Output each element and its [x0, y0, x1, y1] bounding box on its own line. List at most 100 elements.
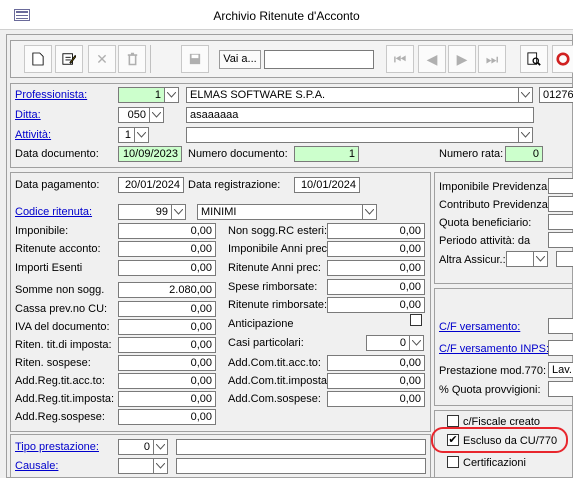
- print-preview-button[interactable]: [520, 45, 548, 73]
- professionista-dropdown[interactable]: [164, 87, 179, 103]
- numero-rata-input[interactable]: 0: [505, 146, 543, 162]
- riten-sospese-input[interactable]: 0,00: [118, 355, 216, 371]
- altra-assicur-dropdown[interactable]: [533, 251, 548, 267]
- trash-button[interactable]: [118, 45, 146, 73]
- tipo-prestazione-label[interactable]: Tipo prestazione:: [15, 440, 99, 454]
- add-com-sospese-input[interactable]: 0,00: [327, 391, 425, 407]
- tipo-prestazione-dropdown[interactable]: [153, 439, 168, 455]
- last-icon: ⏭: [485, 50, 499, 67]
- data-registrazione-label: Data registrazione:: [188, 179, 281, 191]
- prestazione-770-input[interactable]: Lav.: [548, 362, 573, 378]
- contributo-previdenza-input[interactable]: [548, 196, 573, 212]
- new-record-button[interactable]: [24, 45, 52, 73]
- codice-ritenuta-desc-dropdown[interactable]: [362, 204, 377, 220]
- attivita-name-dropdown[interactable]: [518, 127, 533, 143]
- data-registrazione-input[interactable]: 10/01/2024: [294, 177, 360, 193]
- iva-documento-input[interactable]: 0,00: [118, 319, 216, 335]
- goto-button[interactable]: Vai a...: [219, 50, 261, 69]
- trash-icon: [127, 52, 137, 66]
- cassa-prev-input[interactable]: 0,00: [118, 301, 216, 317]
- attivita-dropdown[interactable]: [134, 127, 149, 143]
- causale-label[interactable]: Causale:: [15, 459, 58, 473]
- ritenute-anni-prec-input[interactable]: 0,00: [327, 260, 425, 276]
- cfiscale-creato-checkbox[interactable]: [447, 415, 459, 427]
- add-com-tit-acc-input[interactable]: 0,00: [327, 355, 425, 371]
- riten-sospese-label: Riten. sospese:: [15, 357, 91, 369]
- somme-non-sogg-input[interactable]: 2.080,00: [118, 282, 216, 298]
- save-button[interactable]: [181, 45, 209, 73]
- codice-ritenuta-input[interactable]: 99: [118, 204, 172, 220]
- tipo-prestazione-desc-field[interactable]: [176, 439, 426, 455]
- ditta-name-field[interactable]: asaaaaaa: [186, 107, 534, 123]
- certificazioni-checkbox[interactable]: [447, 456, 459, 468]
- numero-documento-input[interactable]: 1: [294, 146, 359, 162]
- cf-versamento-label[interactable]: C/F versamento:: [439, 320, 520, 334]
- iva-documento-label: IVA del documento:: [15, 321, 110, 333]
- imponibile-anni-prec-input[interactable]: 0,00: [327, 241, 425, 257]
- professionista-code-input[interactable]: 1: [118, 87, 165, 103]
- add-reg-tit-acc-input[interactable]: 0,00: [118, 373, 216, 389]
- professionista-label[interactable]: Professionista:: [15, 88, 87, 102]
- codice-ritenuta-dropdown[interactable]: [171, 204, 186, 220]
- goto-input[interactable]: [264, 50, 374, 69]
- add-com-tit-imposta-input[interactable]: 0,00: [327, 373, 425, 389]
- casi-particolari-input[interactable]: 0: [366, 335, 410, 351]
- chevron-down-icon: [521, 92, 530, 98]
- data-documento-label: Data documento:: [15, 148, 99, 160]
- first-record-button[interactable]: ⏮: [386, 45, 414, 73]
- delete-button[interactable]: ✕: [88, 45, 116, 73]
- tipo-prestazione-input[interactable]: 0: [118, 439, 154, 455]
- ditta-dropdown[interactable]: [149, 107, 164, 123]
- previous-record-button[interactable]: ◀: [418, 45, 446, 73]
- exit-button[interactable]: [552, 45, 573, 73]
- somme-non-sogg-label: Somme non sogg.: [15, 284, 105, 296]
- ritenute-rimborsate-label: Ritenute rimborsate:: [228, 299, 328, 311]
- data-pagamento-input[interactable]: 20/01/2024: [118, 177, 184, 193]
- professionista-extra-field[interactable]: 01276: [539, 87, 573, 103]
- attivita-code-input[interactable]: 1: [118, 127, 135, 143]
- professionista-name-dropdown[interactable]: [518, 87, 533, 103]
- causale-desc-field[interactable]: [176, 458, 426, 474]
- data-documento-input[interactable]: 10/09/2023: [118, 146, 182, 162]
- altra-assicur-label: Altra Assicur.:: [439, 254, 506, 266]
- anticipazione-checkbox[interactable]: [410, 314, 422, 326]
- spese-rimborsate-input[interactable]: 0,00: [327, 279, 425, 295]
- attivita-label[interactable]: Attività:: [15, 128, 51, 142]
- periodo-attivita-input[interactable]: [548, 232, 573, 248]
- casi-particolari-dropdown[interactable]: [409, 335, 424, 351]
- ditta-label[interactable]: Ditta:: [15, 108, 41, 122]
- imponibile-input[interactable]: 0,00: [118, 223, 216, 239]
- professionista-name-field[interactable]: ELMAS SOFTWARE S.P.A.: [186, 87, 519, 103]
- importi-esenti-input[interactable]: 0,00: [118, 260, 216, 276]
- cf-versamento-inps-input[interactable]: [548, 340, 573, 356]
- cf-versamento-input[interactable]: [548, 318, 573, 334]
- attivita-name-field[interactable]: [186, 127, 519, 143]
- causale-input[interactable]: [118, 458, 154, 474]
- cf-versamento-inps-label[interactable]: C/F versamento INPS:: [439, 342, 549, 356]
- next-record-button[interactable]: ▶: [448, 45, 476, 73]
- add-reg-tit-imposta-input[interactable]: 0,00: [118, 391, 216, 407]
- new-document-icon: [32, 52, 44, 66]
- non-sogg-rc-esteri-input[interactable]: 0,00: [327, 223, 425, 239]
- chevron-down-icon: [152, 112, 161, 118]
- codice-ritenuta-label[interactable]: Codice ritenuta:: [15, 205, 92, 219]
- altra-assicur-input[interactable]: [506, 251, 534, 267]
- preview-icon: [527, 52, 541, 66]
- edit-icon: [62, 53, 76, 65]
- codice-ritenuta-desc-field[interactable]: MINIMI: [197, 204, 363, 220]
- add-reg-sospese-input[interactable]: 0,00: [118, 409, 216, 425]
- data-pagamento-label: Data pagamento:: [15, 179, 100, 191]
- quota-beneficiario-label: Quota beneficiario:: [439, 217, 532, 229]
- quota-beneficiario-input[interactable]: [548, 214, 573, 230]
- causale-dropdown[interactable]: [153, 458, 168, 474]
- quota-provvigioni-input[interactable]: [548, 381, 573, 397]
- edit-record-button[interactable]: [55, 45, 83, 73]
- altra-assicur-extra-field[interactable]: [556, 251, 573, 267]
- ditta-code-input[interactable]: 050: [118, 107, 150, 123]
- imponibile-previdenza-input[interactable]: [548, 178, 573, 194]
- ritenute-acconto-input[interactable]: 0,00: [118, 241, 216, 257]
- last-record-button[interactable]: ⏭: [478, 45, 506, 73]
- save-icon: [189, 53, 201, 65]
- riten-tit-imposta-input[interactable]: 0,00: [118, 337, 216, 353]
- ritenute-rimborsate-input[interactable]: 0,00: [327, 297, 425, 313]
